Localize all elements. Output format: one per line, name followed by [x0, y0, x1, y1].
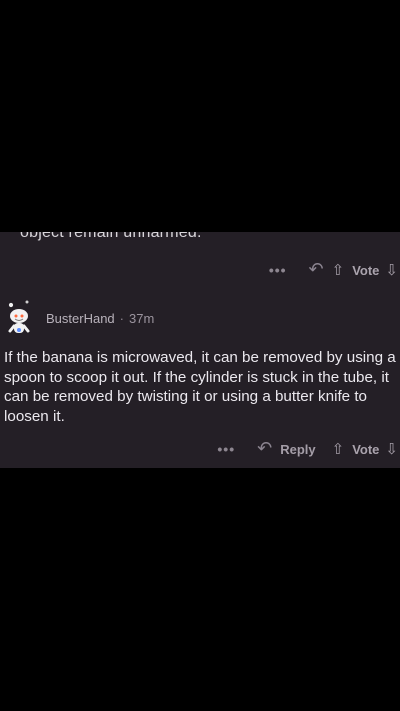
downvote-arrow-icon[interactable]: ⇩	[385, 261, 398, 279]
vote-label: Vote	[352, 262, 380, 278]
upvote-arrow-icon[interactable]: ⇧	[332, 440, 345, 458]
comment-timestamp: 37m	[129, 310, 155, 326]
downvote-arrow-icon[interactable]: ⇩	[385, 440, 398, 458]
reply-label[interactable]: Reply	[280, 442, 315, 457]
vote-label: Vote	[352, 441, 380, 457]
comment-header: BusterHand · 37m	[4, 298, 154, 338]
screenshot: object remain unharmed. ••• ↶ ⇧ Vote ⇩ B…	[0, 0, 400, 711]
more-icon[interactable]: •••	[269, 262, 287, 278]
comment-actions: ••• ↶ Reply ⇧ Vote ⇩	[217, 438, 400, 460]
previous-comment-cut-text: object remain unharmed.	[20, 232, 202, 241]
previous-comment-actions: ••• ↶ ⇧ Vote ⇩	[269, 259, 400, 281]
comment-body: If the banana is microwaved, it can be r…	[4, 349, 396, 425]
top-black-area	[0, 0, 400, 232]
reply-arrow-icon[interactable]: ↶	[257, 438, 272, 459]
upvote-arrow-icon[interactable]: ⇧	[332, 261, 345, 279]
header-separator: ·	[119, 310, 124, 326]
bottom-black-area	[0, 468, 400, 711]
more-icon[interactable]: •••	[217, 441, 235, 457]
comment-username[interactable]: BusterHand	[46, 311, 115, 326]
snoo-avatar-icon[interactable]	[4, 298, 36, 338]
comment-panel: object remain unharmed. ••• ↶ ⇧ Vote ⇩ B…	[0, 232, 400, 468]
reply-arrow-icon[interactable]: ↶	[309, 259, 324, 280]
